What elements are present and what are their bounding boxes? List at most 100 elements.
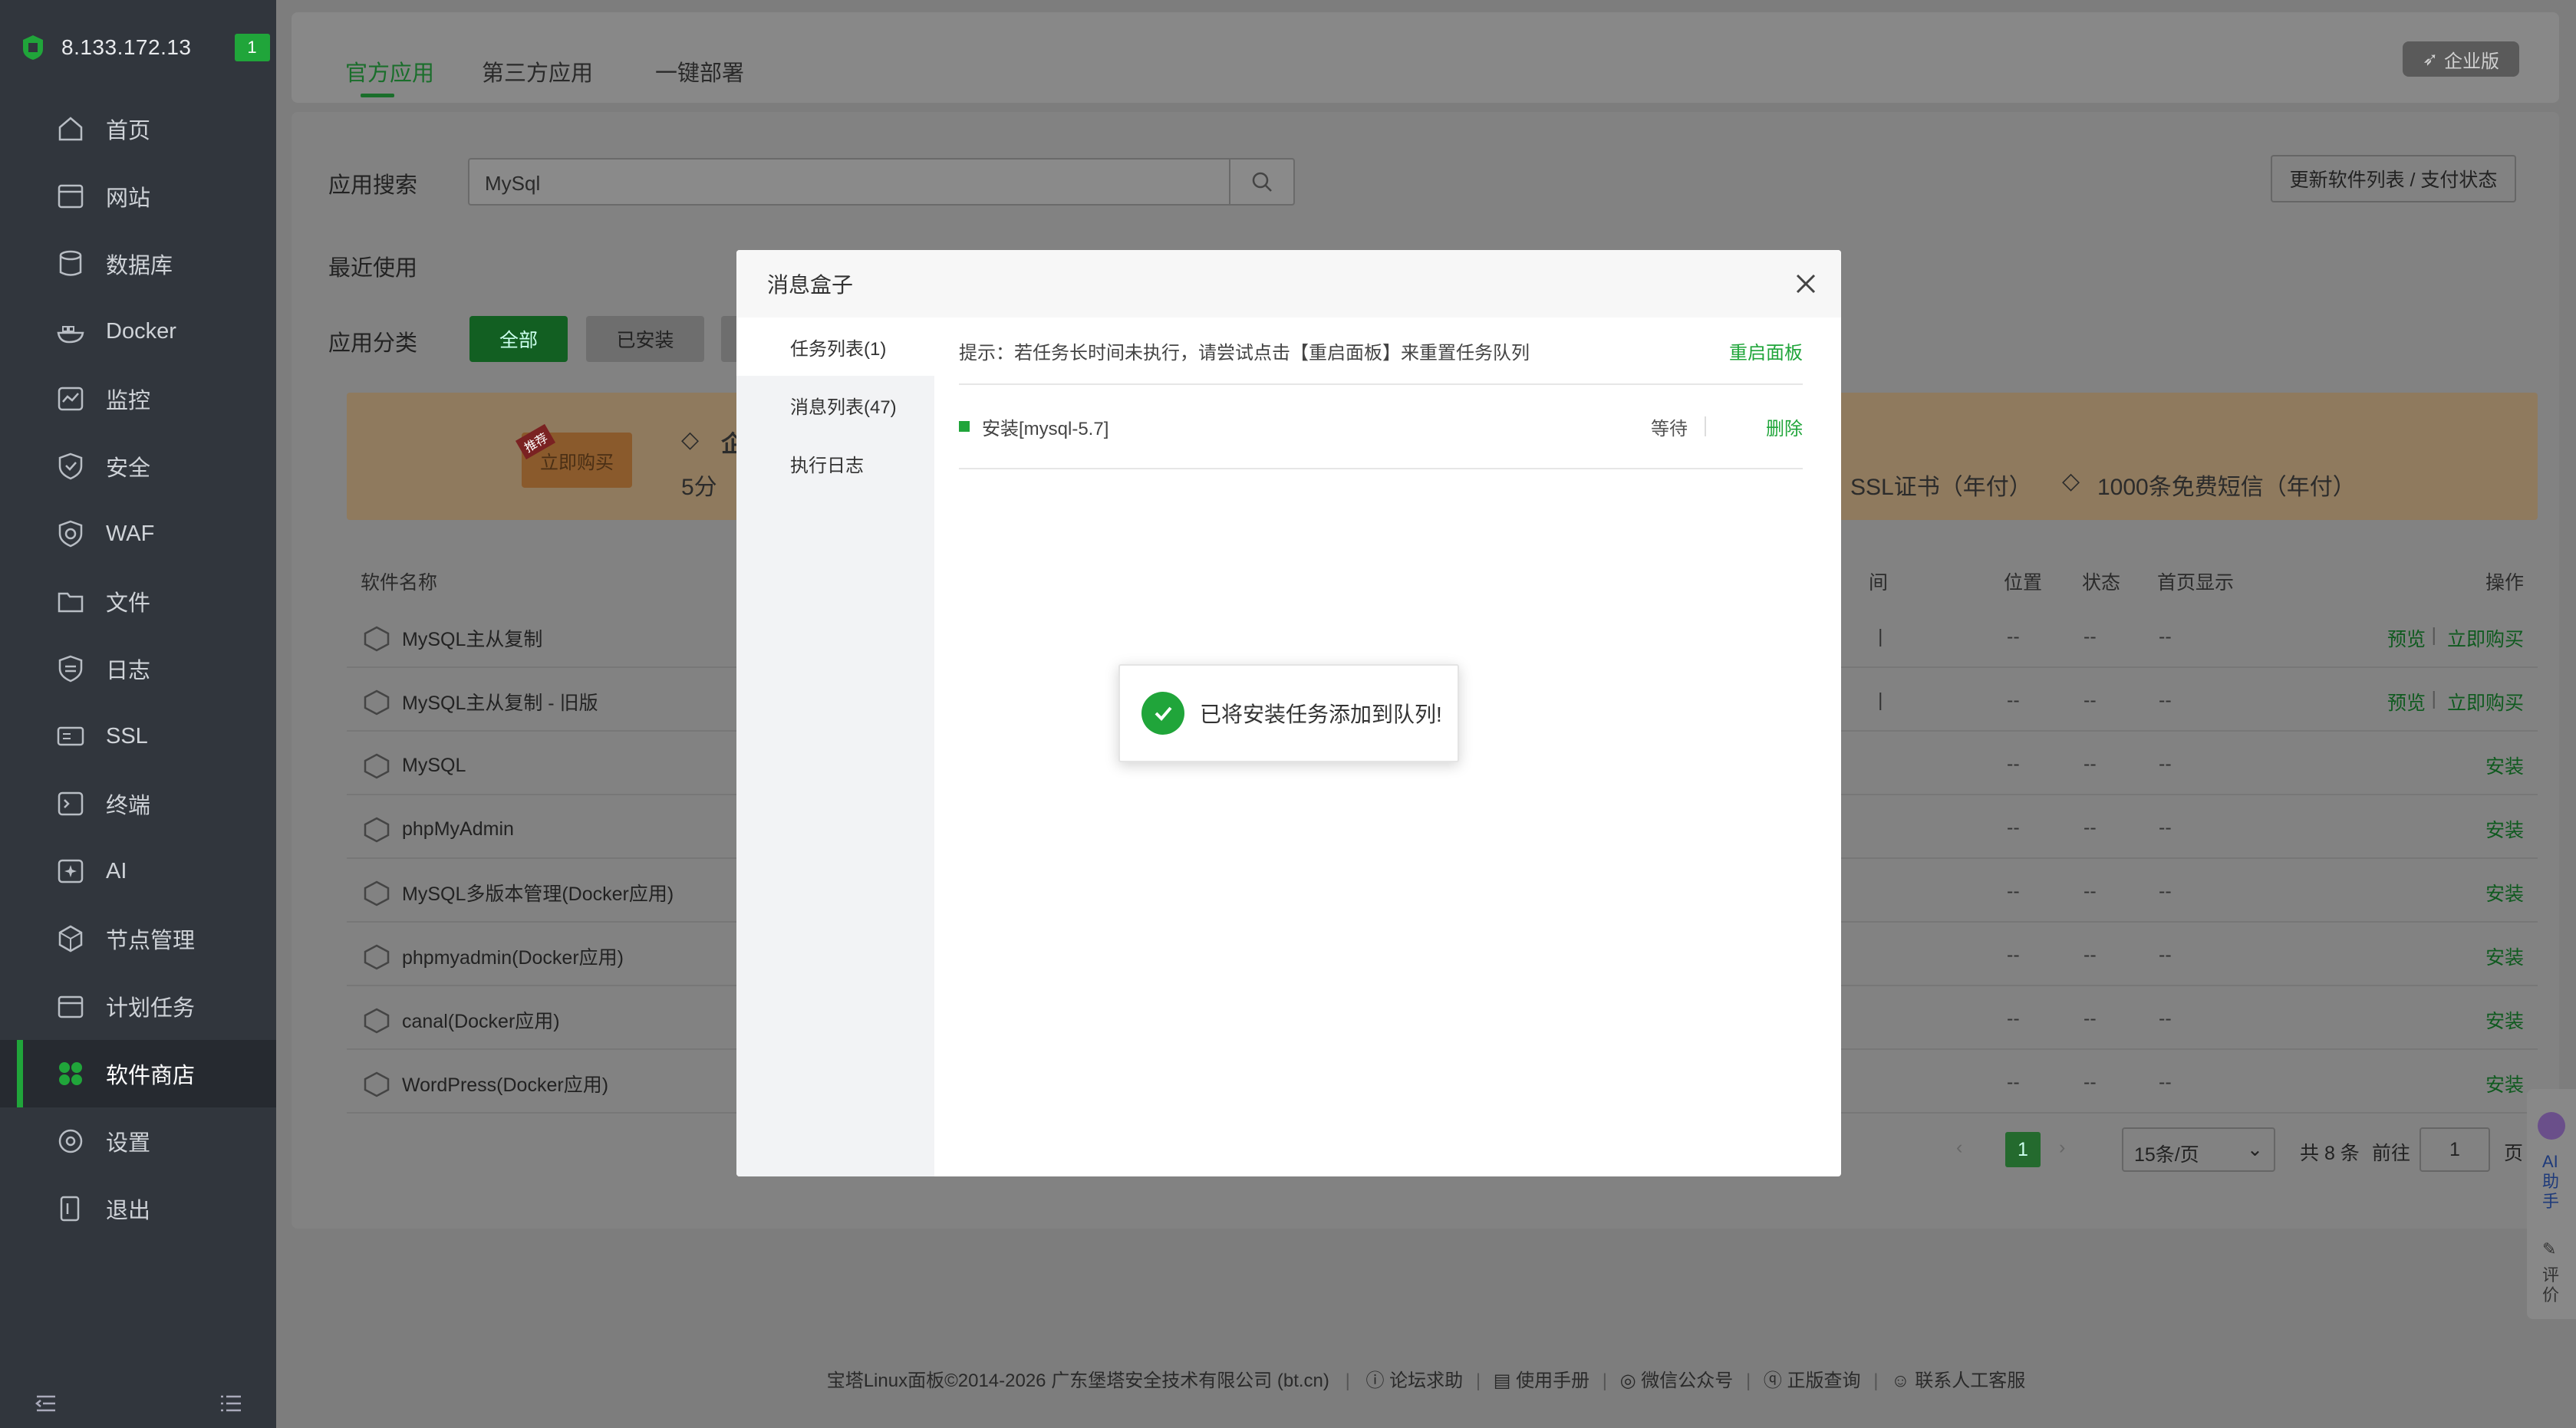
footer-wechat[interactable]: 微信公众号: [1641, 1370, 1733, 1391]
tab-official-apps[interactable]: 官方应用: [345, 55, 434, 87]
preview-link[interactable]: 预览: [2387, 688, 2426, 716]
sidebar-item-15[interactable]: 设置: [0, 1107, 276, 1175]
app-home: --: [2159, 944, 2172, 966]
sidebar-item-label: 节点管理: [106, 929, 196, 953]
app-name[interactable]: MySQL: [402, 755, 466, 777]
row-action-link[interactable]: 安装: [2485, 752, 2524, 779]
footer-support[interactable]: 联系人工客服: [1915, 1370, 2025, 1391]
tab-one-click-deploy[interactable]: 一键部署: [655, 55, 744, 87]
task-status: 等待: [1651, 418, 1688, 439]
next-page-icon[interactable]: ›: [2059, 1137, 2065, 1159]
sidebar-item-7[interactable]: 文件: [0, 568, 276, 635]
sidebar-item-10[interactable]: 终端: [0, 770, 276, 837]
enterprise-button[interactable]: ➶ 企业版: [2403, 41, 2519, 77]
search-button[interactable]: [1229, 160, 1293, 204]
sidebar-item-12[interactable]: 节点管理: [0, 905, 276, 972]
category-installed-button[interactable]: 已安装: [586, 316, 704, 362]
sidebar-item-2[interactable]: 数据库: [0, 230, 276, 298]
app-name[interactable]: MySQL多版本管理(Docker应用): [402, 879, 674, 906]
total-count: 共 8 条: [2300, 1143, 2360, 1164]
page-size-value: 15条/页: [2134, 1144, 2199, 1166]
footer-manual[interactable]: 使用手册: [1516, 1370, 1589, 1391]
goto-page-input[interactable]: 1: [2420, 1127, 2490, 1172]
collapse-menu-icon[interactable]: [34, 1394, 57, 1413]
task-tip: 提示：若任务长时间未执行，请尝试点击【重启面板】来重置任务队列 重启面板: [959, 318, 1803, 385]
sidebar-item-11[interactable]: AI: [0, 837, 276, 905]
task-delete-link[interactable]: 删除: [1766, 413, 1803, 440]
ai-assistant-icon[interactable]: [2538, 1112, 2565, 1140]
app-name-cell: phpMyAdmin: [361, 815, 514, 843]
notification-badge[interactable]: 1: [234, 34, 270, 61]
page-current[interactable]: 1: [2005, 1132, 2041, 1167]
footer-forum[interactable]: 论坛求助: [1389, 1370, 1463, 1391]
app-status: --: [2084, 1008, 2097, 1029]
app-name-cell: MySQL: [361, 752, 466, 779]
preview-link[interactable]: 预览: [2387, 624, 2426, 652]
search-input[interactable]: MySql: [468, 158, 1295, 206]
edit-icon[interactable]: ✎: [2542, 1239, 2556, 1259]
sidebar-item-6[interactable]: WAF: [0, 500, 276, 568]
app-name[interactable]: MySQL主从复制 - 旧版: [402, 688, 598, 716]
row-action-link[interactable]: 安装: [2485, 815, 2524, 843]
sidebar-item-5[interactable]: 安全: [0, 433, 276, 500]
app-name[interactable]: phpMyAdmin: [402, 818, 514, 841]
app-time: |: [1878, 626, 1883, 647]
ai-assistant-label[interactable]: AI助手: [2542, 1152, 2561, 1212]
sidebar-item-3[interactable]: Docker: [0, 298, 276, 365]
row-action-link[interactable]: 安装: [2485, 1070, 2524, 1097]
shield-icon: [58, 452, 83, 480]
tab-exec-log[interactable]: 执行日志: [736, 434, 934, 492]
tab-third-party-apps[interactable]: 第三方应用: [482, 55, 593, 87]
sidebar-item-14[interactable]: 软件商店: [0, 1040, 276, 1107]
th-ops: 操作: [2485, 572, 2524, 594]
th-time: 间: [1869, 572, 1889, 594]
app-name-cell: phpmyadmin(Docker应用): [361, 943, 624, 970]
row-action-link[interactable]: 立即购买: [2447, 688, 2524, 716]
row-action-link[interactable]: 立即购买: [2447, 624, 2524, 652]
restart-panel-link[interactable]: 重启面板: [1729, 337, 1803, 364]
review-label[interactable]: 评价: [2542, 1265, 2561, 1305]
app-time: |: [1878, 689, 1883, 711]
row-action-link[interactable]: 安装: [2485, 1006, 2524, 1034]
category-all-button[interactable]: 全部: [469, 316, 568, 362]
server-ip[interactable]: 8.133.172.13: [61, 35, 192, 60]
update-software-list-button[interactable]: 更新软件列表 / 支付状态: [2271, 155, 2516, 202]
app-icon: [364, 817, 390, 843]
sidebar-item-4[interactable]: 监控: [0, 365, 276, 433]
app-name[interactable]: phpmyadmin(Docker应用): [402, 943, 624, 970]
sidebar-item-8[interactable]: 日志: [0, 635, 276, 702]
sidebar-item-16[interactable]: 退出: [0, 1175, 276, 1242]
app-name[interactable]: canal(Docker应用): [402, 1006, 560, 1034]
app-name[interactable]: WordPress(Docker应用): [402, 1070, 608, 1097]
sidebar-item-13[interactable]: 计划任务: [0, 972, 276, 1040]
footer-verify[interactable]: 正版查询: [1787, 1370, 1861, 1391]
footer-copyright[interactable]: 宝塔Linux面板©2014-2026 广东堡塔安全技术有限公司 (bt.cn): [827, 1370, 1329, 1391]
home-icon: [58, 117, 83, 141]
dialog-header: 消息盒子: [736, 250, 1841, 318]
action-divider: |: [2431, 688, 2437, 709]
row-action-link[interactable]: 安装: [2485, 879, 2524, 906]
sidebar-item-label: 日志: [106, 659, 151, 683]
database-icon: [59, 250, 82, 276]
app-location: --: [2007, 944, 2020, 966]
node-icon: [58, 925, 83, 953]
sidebar-item-1[interactable]: 网站: [0, 163, 276, 230]
tab-message-list[interactable]: 消息列表(47): [736, 376, 934, 434]
sidebar-item-0[interactable]: 首页: [0, 95, 276, 163]
page-size-select[interactable]: 15条/页 ⌄: [2122, 1127, 2275, 1172]
help-circle-icon: ⓘ: [1365, 1370, 1385, 1391]
task-divider: [1705, 416, 1706, 436]
search-icon: [1252, 172, 1272, 192]
website-icon: [58, 184, 84, 209]
tab-task-list[interactable]: 任务列表(1): [736, 318, 934, 376]
th-name: 软件名称: [361, 572, 438, 594]
app-icon: [364, 689, 390, 716]
sidebar-item-9[interactable]: SSL: [0, 702, 276, 770]
close-icon[interactable]: [1794, 271, 1818, 296]
app-name[interactable]: MySQL主从复制: [402, 624, 542, 652]
menu-list-icon[interactable]: [219, 1394, 242, 1413]
row-action-link[interactable]: 安装: [2485, 943, 2524, 970]
app-name-cell: MySQL主从复制: [361, 624, 542, 652]
prev-page-icon[interactable]: ‹: [1956, 1137, 1962, 1159]
goto-label: 前往: [2372, 1143, 2411, 1164]
